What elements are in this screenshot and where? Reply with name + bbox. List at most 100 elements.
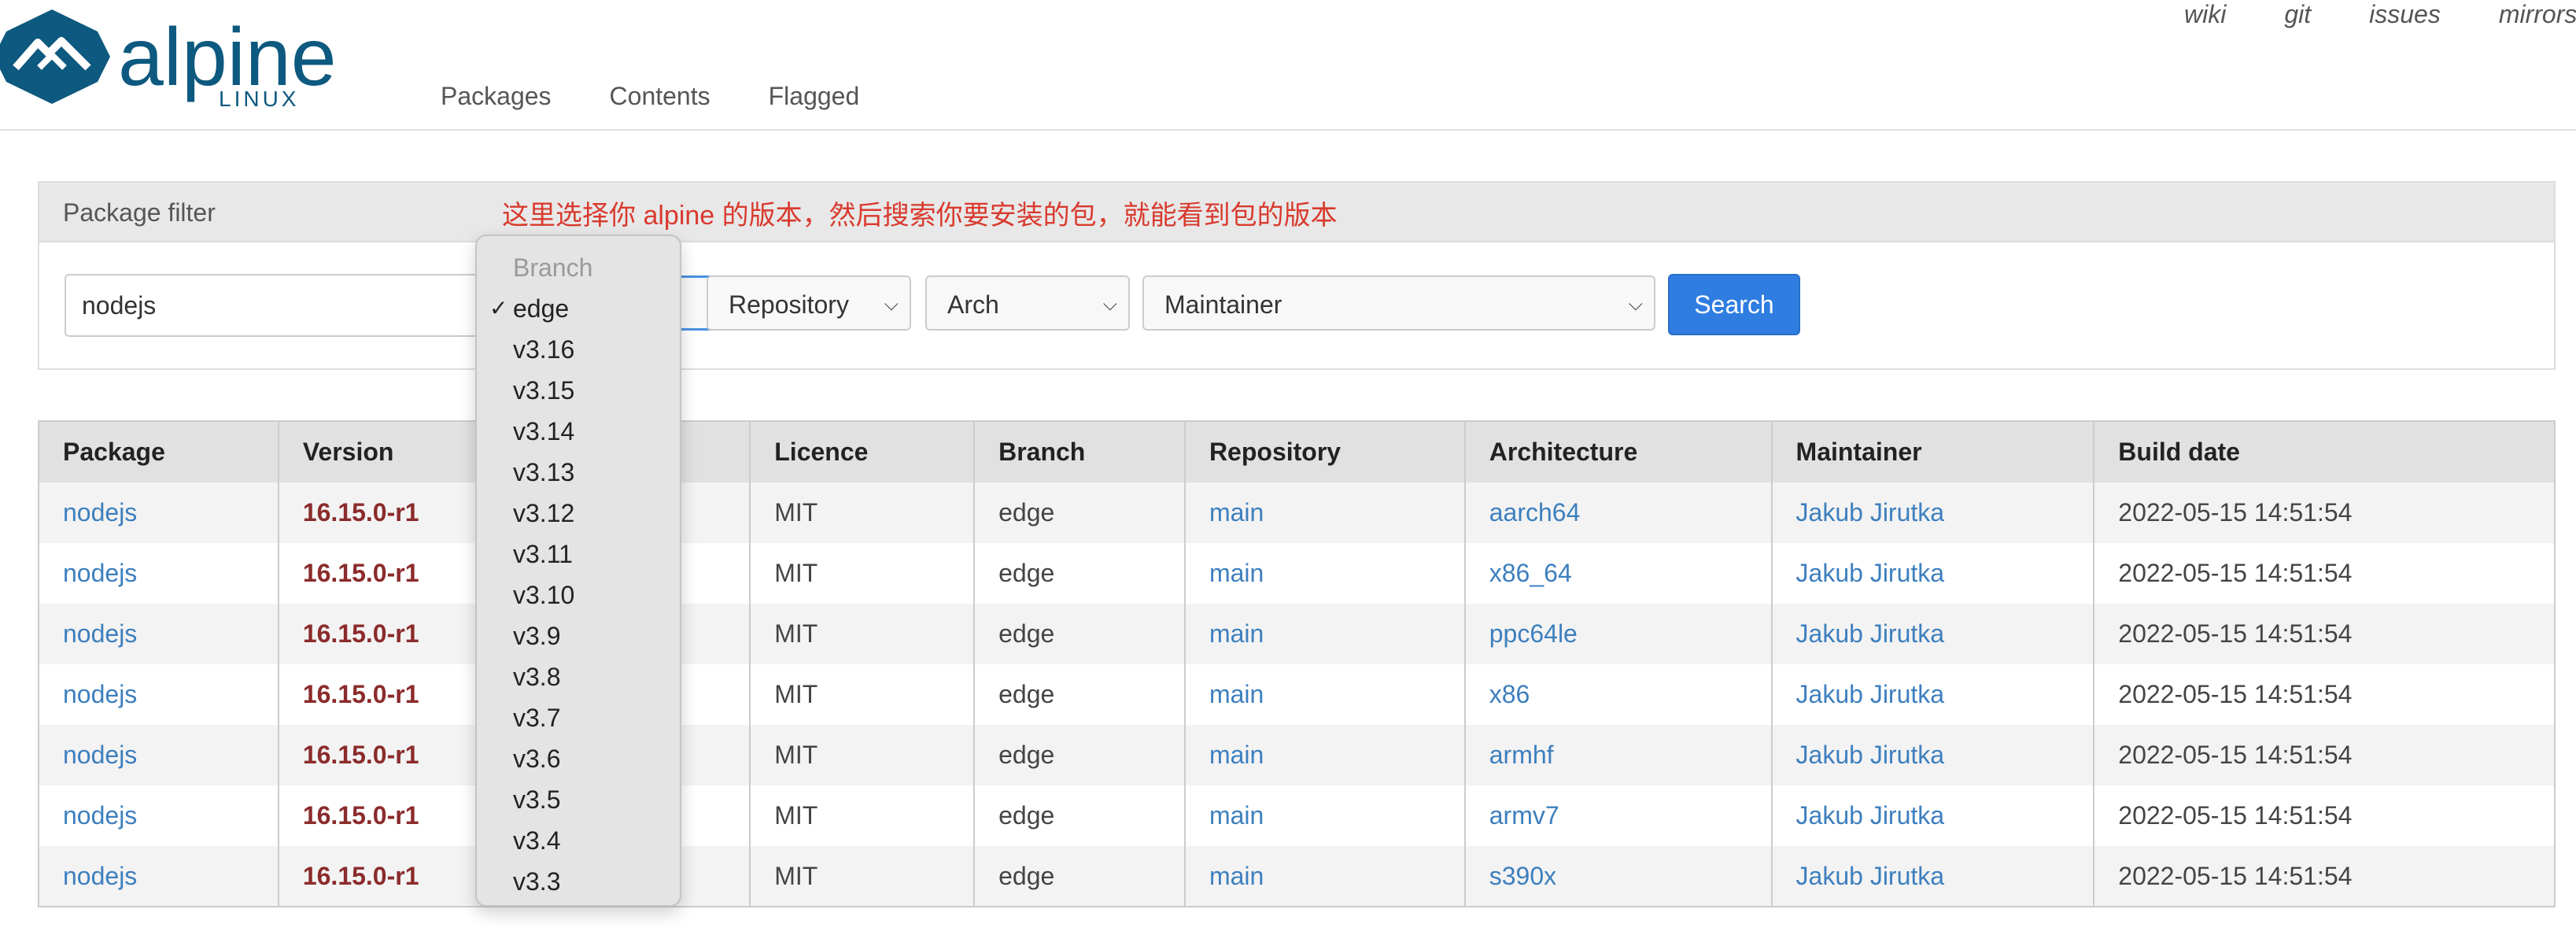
branch-option-v3-6[interactable]: v3.6 [477, 738, 680, 779]
branch-option-v3-3[interactable]: v3.3 [477, 861, 680, 902]
cell-branch: edge [974, 482, 1186, 543]
cell-maintainer[interactable]: Jakub Jirutka [1771, 543, 2095, 604]
cell-architecture[interactable]: s390x [1464, 846, 1773, 907]
cell-build-date: 2022-05-15 14:51:54 [2094, 785, 2556, 846]
branch-option-v3-13[interactable]: v3.13 [477, 452, 680, 493]
link-git[interactable]: git [2284, 0, 2311, 29]
branch-option-v3-9[interactable]: v3.9 [477, 615, 680, 656]
cell-package[interactable]: nodejs [39, 846, 279, 907]
cell-maintainer[interactable]: Jakub Jirutka [1771, 846, 2095, 907]
cell-build-date: 2022-05-15 14:51:54 [2094, 543, 2556, 604]
cell-architecture[interactable]: x86 [1464, 664, 1773, 725]
packages-table: Package Version Licence Branch Repositor… [38, 420, 2556, 907]
table-row: nodejs 16.15.0-r1 MIT edge main x86 Jaku… [39, 664, 2556, 725]
branch-option-v3-16[interactable]: v3.16 [477, 329, 680, 370]
nav-contents[interactable]: Contents [610, 82, 710, 111]
link-issues[interactable]: issues [2369, 0, 2441, 29]
table-body: nodejs 16.15.0-r1 MIT edge main aarch64 … [39, 482, 2556, 907]
cell-architecture[interactable]: ppc64le [1464, 604, 1773, 664]
branch-option-v3-4[interactable]: v3.4 [477, 820, 680, 861]
col-maintainer: Maintainer [1771, 421, 2095, 482]
cell-build-date: 2022-05-15 14:51:54 [2094, 482, 2556, 543]
col-architecture: Architecture [1464, 421, 1773, 482]
cell-architecture[interactable]: aarch64 [1464, 482, 1773, 543]
branch-option-v3-10[interactable]: v3.10 [477, 575, 680, 615]
cell-branch: edge [974, 604, 1186, 664]
table-row: nodejs 16.15.0-r1 MIT edge main aarch64 … [39, 482, 2556, 543]
chevron-down-icon: ⌵ [1628, 294, 1643, 315]
cell-architecture[interactable]: armhf [1464, 725, 1773, 785]
branch-option-v3-8[interactable]: v3.8 [477, 656, 680, 697]
table-row: nodejs 16.15.0-r1 MIT edge main armv7 Ja… [39, 785, 2556, 846]
cell-build-date: 2022-05-15 14:51:54 [2094, 846, 2556, 907]
col-repository: Repository [1184, 421, 1466, 482]
cell-architecture[interactable]: x86_64 [1464, 543, 1773, 604]
branch-option-label: edge [513, 294, 570, 323]
alpine-linux-logo[interactable]: alpine LINUX [0, 6, 393, 109]
table-row: nodejs 16.15.0-r1 MIT edge main ppc64le … [39, 604, 2556, 664]
cell-maintainer[interactable]: Jakub Jirutka [1771, 725, 2095, 785]
chevron-down-icon: ⌵ [1102, 294, 1117, 315]
cell-licence: MIT [750, 846, 976, 907]
cell-package[interactable]: nodejs [39, 604, 279, 664]
cell-branch: edge [974, 725, 1186, 785]
cell-maintainer[interactable]: Jakub Jirutka [1771, 482, 2095, 543]
cell-licence: MIT [750, 664, 976, 725]
cell-repository[interactable]: main [1184, 846, 1466, 907]
repository-select[interactable]: Repository ⌵ [707, 275, 911, 331]
cell-build-date: 2022-05-15 14:51:54 [2094, 604, 2556, 664]
top-links: wiki git issues mirrors [2184, 0, 2576, 29]
cell-build-date: 2022-05-15 14:51:54 [2094, 725, 2556, 785]
link-wiki[interactable]: wiki [2184, 0, 2226, 29]
cell-package[interactable]: nodejs [39, 543, 279, 604]
cell-repository[interactable]: main [1184, 482, 1466, 543]
branch-option-v3-15[interactable]: v3.15 [477, 370, 680, 411]
branch-option-v3-12[interactable]: v3.12 [477, 493, 680, 534]
cell-repository[interactable]: main [1184, 543, 1466, 604]
cell-maintainer[interactable]: Jakub Jirutka [1771, 604, 2095, 664]
cell-repository[interactable]: main [1184, 604, 1466, 664]
arch-select[interactable]: Arch ⌵ [925, 275, 1130, 331]
cell-repository[interactable]: main [1184, 725, 1466, 785]
cell-repository[interactable]: main [1184, 664, 1466, 725]
cell-package[interactable]: nodejs [39, 725, 279, 785]
nav-flagged[interactable]: Flagged [769, 82, 860, 111]
cell-package[interactable]: nodejs [39, 482, 279, 543]
filter-panel-header: Package filter 这里选择你 alpine 的版本，然后搜索你要安装… [39, 183, 2554, 242]
search-button[interactable]: Search [1668, 274, 1800, 335]
cell-package[interactable]: nodejs [39, 664, 279, 725]
cell-licence: MIT [750, 543, 976, 604]
cell-branch: edge [974, 664, 1186, 725]
table-row: nodejs 16.15.0-r1 MIT edge main s390x Ja… [39, 846, 2556, 907]
cell-maintainer[interactable]: Jakub Jirutka [1771, 664, 2095, 725]
table-row: nodejs 16.15.0-r1 MIT edge main armhf Ja… [39, 725, 2556, 785]
col-build-date: Build date [2094, 421, 2556, 482]
package-name-input[interactable] [65, 274, 505, 337]
link-mirrors[interactable]: mirrors [2499, 0, 2576, 29]
branch-option-v3-14[interactable]: v3.14 [477, 411, 680, 452]
cell-licence: MIT [750, 725, 976, 785]
maintainer-select[interactable]: Maintainer ⌵ [1142, 275, 1655, 331]
dropdown-header-branch: Branch [513, 253, 593, 282]
table-header-row: Package Version Licence Branch Repositor… [39, 421, 2556, 482]
branch-option-v3-11[interactable]: v3.11 [477, 534, 680, 575]
branch-dropdown-menu: Branch ✓ edge v3.16 v3.15 v3.14 v3.13 v3… [475, 235, 681, 907]
cell-licence: MIT [750, 785, 976, 846]
cell-package[interactable]: nodejs [39, 785, 279, 846]
nav-packages[interactable]: Packages [441, 82, 552, 111]
cell-architecture[interactable]: armv7 [1464, 785, 1773, 846]
maintainer-select-label: Maintainer [1164, 290, 1282, 319]
filter-title: Package filter [63, 198, 216, 227]
arch-select-label: Arch [947, 290, 999, 319]
branch-option-v3-7[interactable]: v3.7 [477, 697, 680, 738]
cell-branch: edge [974, 543, 1186, 604]
branch-option-edge[interactable]: ✓ edge [477, 288, 680, 329]
branch-option-v3-5[interactable]: v3.5 [477, 779, 680, 820]
col-package: Package [39, 421, 279, 482]
cell-build-date: 2022-05-15 14:51:54 [2094, 664, 2556, 725]
checkmark-icon: ✓ [489, 296, 508, 320]
cell-repository[interactable]: main [1184, 785, 1466, 846]
table-row: nodejs 16.15.0-r1 MIT edge main x86_64 J… [39, 543, 2556, 604]
package-filter-panel: Package filter 这里选择你 alpine 的版本，然后搜索你要安装… [38, 181, 2556, 370]
cell-maintainer[interactable]: Jakub Jirutka [1771, 785, 2095, 846]
